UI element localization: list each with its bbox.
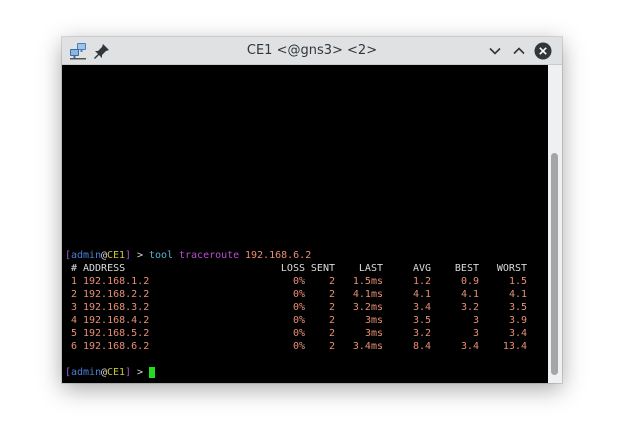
- hop-avg: 3.4: [412, 302, 431, 313]
- hop-avg: 1.2: [412, 276, 431, 287]
- vertical-scrollbar[interactable]: [548, 65, 562, 383]
- hop-address: 192.168.4.2: [83, 315, 150, 326]
- header-sent: SENT: [310, 263, 335, 274]
- terminal-window: CE1 <@gns3> <2> [ admin @ CE1 ] > tool t…: [62, 37, 562, 383]
- prompt-close-bracket: ]: [125, 367, 132, 378]
- hop-number: 5: [71, 328, 78, 339]
- hop-number: 4: [71, 315, 78, 326]
- hop-last: 1.5ms: [352, 276, 383, 287]
- header-address: ADDRESS: [83, 263, 126, 274]
- hop-best: 3.2: [460, 302, 479, 313]
- hop-worst: 3.9: [508, 315, 527, 326]
- header-worst: WORST: [496, 263, 527, 274]
- command-traceroute: traceroute: [179, 250, 240, 261]
- hop-worst: 3.5: [508, 302, 527, 313]
- prompt-user: admin: [71, 367, 102, 378]
- hop-address: 192.168.5.2: [83, 328, 150, 339]
- hop-sent: 2: [328, 276, 335, 287]
- header-num: #: [71, 263, 78, 274]
- prompt-host: CE1: [107, 367, 126, 378]
- table-row: 1 192.168.1.2 0% 2 1.5ms 1.2 0.9 1.5: [65, 275, 545, 288]
- hop-best: 0.9: [460, 276, 479, 287]
- hop-avg: 4.1: [412, 289, 431, 300]
- table-row: 2 192.168.2.2 0% 2 4.1ms 4.1 4.1 4.1: [65, 288, 545, 301]
- hop-avg: 3.2: [412, 328, 431, 339]
- hop-loss: 0%: [292, 315, 305, 326]
- table-row: 4 192.168.4.2 0% 2 3ms 3.5 3 3.9: [65, 314, 545, 327]
- terminal-output[interactable]: [ admin @ CE1 ] > tool traceroute 192.16…: [62, 65, 548, 383]
- hop-last: 3.2ms: [352, 302, 383, 313]
- hop-best: 3: [472, 315, 479, 326]
- table-row: 5 192.168.5.2 0% 2 3ms 3.2 3 3.4: [65, 327, 545, 340]
- command-target: 192.168.6.2: [245, 250, 312, 261]
- hop-loss: 0%: [292, 302, 305, 313]
- prompt-arrow: >: [137, 250, 144, 261]
- hop-last: 3ms: [364, 315, 383, 326]
- prompt-close-bracket: ]: [125, 250, 132, 261]
- hop-sent: 2: [328, 315, 335, 326]
- hop-number: 2: [71, 289, 78, 300]
- hop-sent: 2: [328, 328, 335, 339]
- hop-worst: 1.5: [508, 276, 527, 287]
- prompt-user: admin: [71, 250, 102, 261]
- prompt-host: CE1: [107, 250, 126, 261]
- hop-avg: 3.5: [412, 315, 431, 326]
- chevron-down-icon[interactable]: [486, 42, 504, 60]
- table-header: # ADDRESS LOSS SENT LAST AVG BEST WORST: [65, 262, 545, 275]
- hop-last: 3.4ms: [352, 341, 383, 352]
- hop-loss: 0%: [292, 289, 305, 300]
- hop-last: 3ms: [364, 328, 383, 339]
- hop-best: 4.1: [460, 289, 479, 300]
- hop-address: 192.168.6.2: [83, 341, 150, 352]
- hop-worst: 3.4: [508, 328, 527, 339]
- hop-sent: 2: [328, 289, 335, 300]
- title-bar[interactable]: CE1 <@gns3> <2>: [62, 37, 562, 65]
- hop-number: 6: [71, 341, 78, 352]
- scrollbar-thumb[interactable]: [551, 153, 558, 375]
- table-row: 3 192.168.3.2 0% 2 3.2ms 3.4 3.2 3.5: [65, 301, 545, 314]
- header-avg: AVG: [412, 263, 431, 274]
- command-tool: tool: [149, 250, 174, 261]
- hop-sent: 2: [328, 302, 335, 313]
- header-loss: LOSS: [280, 263, 305, 274]
- hop-address: 192.168.1.2: [83, 276, 150, 287]
- hop-address: 192.168.3.2: [83, 302, 150, 313]
- header-best: BEST: [454, 263, 479, 274]
- hop-loss: 0%: [292, 276, 305, 287]
- input-prompt-line[interactable]: [ admin @ CE1 ] >: [65, 366, 545, 379]
- command-line: [ admin @ CE1 ] > tool traceroute 192.16…: [65, 249, 545, 262]
- hop-address: 192.168.2.2: [83, 289, 150, 300]
- hop-loss: 0%: [292, 328, 305, 339]
- close-icon[interactable]: [534, 42, 552, 60]
- header-last: LAST: [358, 263, 383, 274]
- chevron-up-icon[interactable]: [510, 42, 528, 60]
- text-cursor: [149, 367, 155, 378]
- prompt-arrow: >: [137, 367, 144, 378]
- hop-number: 3: [71, 302, 78, 313]
- hop-avg: 8.4: [412, 341, 431, 352]
- table-row: 6 192.168.6.2 0% 2 3.4ms 8.4 3.4 13.4: [65, 340, 545, 353]
- hop-loss: 0%: [292, 341, 305, 352]
- hop-worst: 4.1: [508, 289, 527, 300]
- hop-best: 3.4: [460, 341, 479, 352]
- hop-best: 3: [472, 328, 479, 339]
- hop-sent: 2: [328, 341, 335, 352]
- hop-number: 1: [71, 276, 78, 287]
- hop-worst: 13.4: [502, 341, 527, 352]
- hop-last: 4.1ms: [352, 289, 383, 300]
